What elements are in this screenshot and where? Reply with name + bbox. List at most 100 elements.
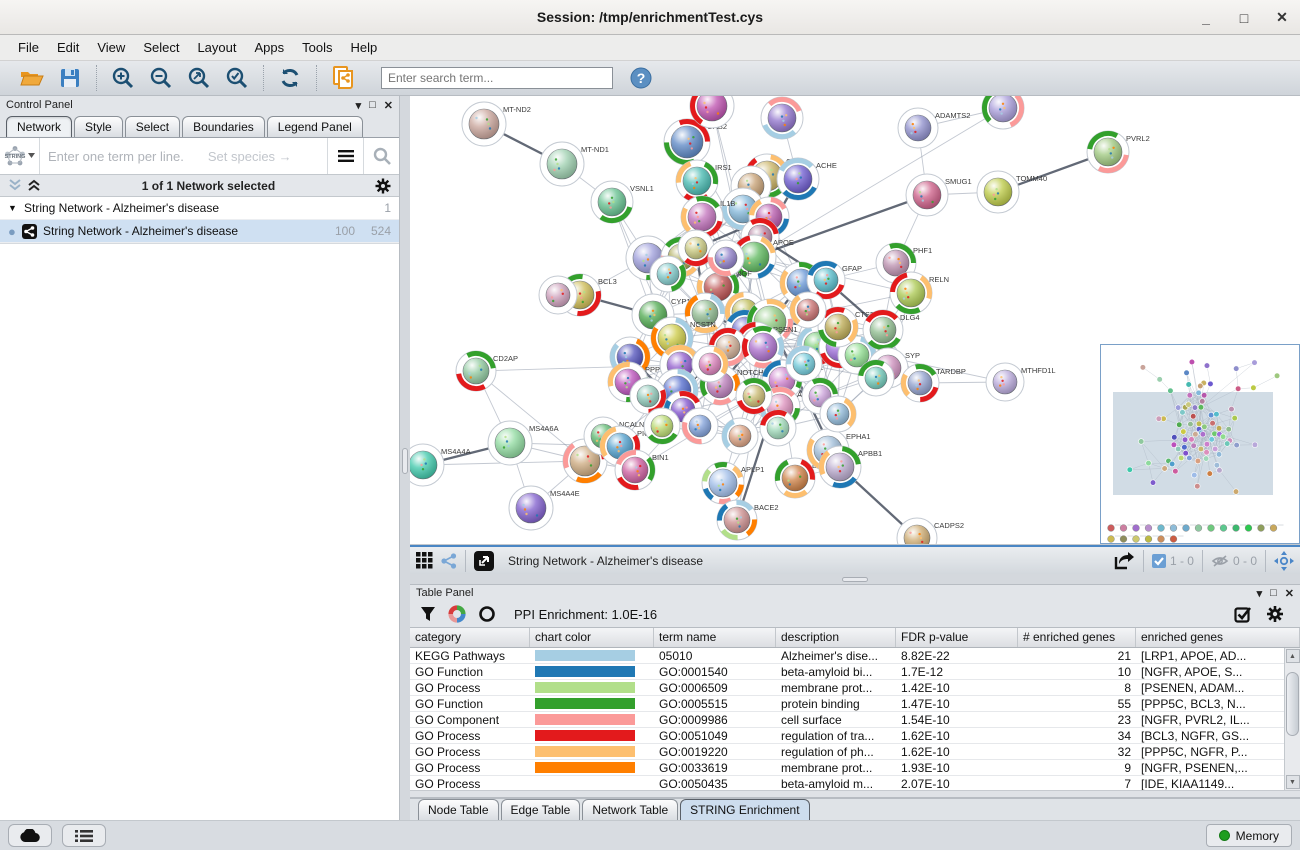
network-options-gear-icon[interactable] (375, 178, 391, 194)
node-MT-ND2[interactable]: MT-ND2 (462, 102, 531, 146)
tab-boundaries[interactable]: Boundaries (182, 116, 265, 137)
tab-string-enrichment[interactable]: STRING Enrichment (680, 799, 809, 820)
node[interactable] (692, 346, 728, 382)
node-DLG4[interactable]: DLG4 (863, 310, 920, 350)
tab-select[interactable]: Select (125, 116, 180, 137)
node-ACHE[interactable]: ACHE (777, 158, 837, 200)
cloud-tasks-button[interactable] (8, 824, 52, 847)
table-settings-gear-icon[interactable] (1266, 605, 1284, 623)
node-APLP1[interactable]: APLP1 (702, 462, 764, 504)
node-BACE2[interactable]: BACE2 (717, 500, 779, 540)
navigator-icon[interactable] (1274, 551, 1294, 571)
tab-network[interactable]: Network (6, 116, 72, 137)
node-SMUG1[interactable]: SMUG1 (906, 174, 972, 216)
filter-enrichment-icon[interactable] (420, 606, 436, 622)
panel-float-icon[interactable]: □ (369, 99, 376, 111)
zoom-in-icon[interactable] (109, 64, 137, 92)
string-search-icon[interactable] (363, 138, 399, 174)
ring-chart-icon[interactable] (478, 605, 496, 623)
node-CADPS2[interactable]: CADPS2 (897, 518, 964, 545)
node[interactable] (790, 292, 826, 328)
zoom-selected-icon[interactable] (223, 64, 251, 92)
birds-eye-view[interactable] (1100, 344, 1300, 544)
menu-item-layout[interactable]: Layout (189, 37, 244, 58)
menu-item-view[interactable]: View (89, 37, 133, 58)
node-MTHFD1L[interactable]: MTHFD1L (986, 363, 1056, 401)
search-input[interactable] (381, 67, 613, 89)
node[interactable] (736, 378, 772, 414)
export-network-icon[interactable] (1113, 551, 1135, 571)
column-header-term-name[interactable]: term name (654, 628, 776, 647)
node-ADAMTS2[interactable]: ADAMTS2 (898, 108, 970, 148)
network-tree-row[interactable]: ●String Network - Alzheimer's disease100… (0, 220, 399, 243)
table-row[interactable]: GO FunctionGO:0001540beta-amyloid bi...1… (410, 664, 1284, 680)
tab-style[interactable]: Style (74, 116, 123, 137)
node-APBB1[interactable]: APBB1 (819, 446, 882, 488)
table-scrollbar[interactable]: ▲ ▼ (1284, 648, 1300, 790)
node-MT-ND1[interactable]: MT-ND1 (540, 142, 609, 186)
node[interactable] (708, 240, 744, 276)
zoom-out-icon[interactable] (147, 64, 175, 92)
panel-splitter-vertical[interactable] (400, 96, 410, 820)
task-list-button[interactable] (62, 824, 106, 847)
node[interactable] (820, 396, 856, 432)
minimize-button[interactable]: _ (1198, 10, 1214, 26)
menu-item-select[interactable]: Select (135, 37, 187, 58)
tab-edge-table[interactable]: Edge Table (501, 799, 581, 820)
table-panel-menu-icon[interactable]: ▾ (1257, 587, 1263, 600)
close-button[interactable]: ✕ (1274, 9, 1290, 26)
network-share-icon[interactable] (441, 553, 457, 569)
panel-splitter-horizontal[interactable] (410, 574, 1300, 585)
panel-menu-icon[interactable]: ▾ (356, 99, 362, 112)
column-header--enriched-genes[interactable]: # enriched genes (1018, 628, 1136, 647)
column-header-description[interactable]: description (776, 628, 896, 647)
node-MS4A4E[interactable]: MS4A4E (509, 486, 580, 530)
tab-network-table[interactable]: Network Table (582, 799, 678, 820)
node[interactable] (786, 346, 822, 382)
node[interactable] (682, 408, 718, 444)
help-icon[interactable]: ? (627, 64, 655, 92)
chart-color-pie-icon[interactable] (448, 605, 466, 623)
table-row[interactable]: KEGG Pathways05010Alzheimer's dise...8.8… (410, 648, 1284, 664)
network-canvas[interactable]: MT-ND2MT-ND1VSNL1GAB2IRS1CHATACHEIL1BAPO… (410, 96, 1300, 545)
network-tree-row[interactable]: ▼String Network - Alzheimer's disease1 (0, 197, 399, 220)
grid-view-icon[interactable] (416, 552, 433, 569)
table-hscrollbar[interactable] (410, 790, 1300, 797)
zoom-fit-icon[interactable] (185, 64, 213, 92)
column-header-chart-color[interactable]: chart color (530, 628, 654, 647)
tree-collapse-icon[interactable]: ▼ (8, 203, 24, 213)
table-row[interactable]: GO ComponentGO:0009986cell surface1.54E-… (410, 712, 1284, 728)
menu-item-edit[interactable]: Edit (49, 37, 87, 58)
select-columns-icon[interactable] (1234, 605, 1252, 623)
tab-node-table[interactable]: Node Table (418, 799, 499, 820)
node[interactable] (982, 96, 1024, 129)
node-BIN1[interactable]: BIN1 (615, 450, 669, 490)
node[interactable] (644, 408, 680, 444)
node-MS4A6A[interactable]: MS4A6A (488, 421, 559, 465)
menu-item-tools[interactable]: Tools (294, 37, 340, 58)
table-row[interactable]: GO ProcessGO:0050435beta-amyloid m...2.0… (410, 776, 1284, 790)
node-CD2AP[interactable]: CD2AP (456, 351, 518, 391)
string-query-placeholder[interactable]: Enter one term per line. (48, 149, 184, 164)
panel-close-icon[interactable]: ✕ (384, 99, 393, 112)
menu-item-help[interactable]: Help (343, 37, 386, 58)
string-logo[interactable]: STRING (0, 138, 40, 174)
table-row[interactable]: GO ProcessGO:0033619membrane prot...1.93… (410, 760, 1284, 776)
column-header-category[interactable]: category (410, 628, 530, 647)
table-panel-close-icon[interactable]: ✕ (1285, 587, 1294, 600)
memory-button[interactable]: Memory (1206, 824, 1292, 847)
node[interactable] (722, 418, 758, 454)
node-RELN[interactable]: RELN (890, 272, 949, 314)
menu-item-file[interactable]: File (10, 37, 47, 58)
refresh-icon[interactable] (276, 64, 304, 92)
open-in-window-icon[interactable] (474, 551, 494, 571)
collapse-all-icon[interactable] (27, 179, 42, 192)
table-row[interactable]: GO ProcessGO:0006509membrane prot...1.42… (410, 680, 1284, 696)
column-header-FDR-p-value[interactable]: FDR p-value (896, 628, 1018, 647)
string-options-icon[interactable] (327, 138, 363, 174)
open-session-button[interactable] (18, 64, 46, 92)
table-panel-float-icon[interactable]: □ (1270, 587, 1277, 599)
tab-legend-panel[interactable]: Legend Panel (267, 116, 363, 137)
table-row[interactable]: GO ProcessGO:0019220regulation of ph...1… (410, 744, 1284, 760)
node-VSNL1[interactable]: VSNL1 (591, 181, 654, 223)
